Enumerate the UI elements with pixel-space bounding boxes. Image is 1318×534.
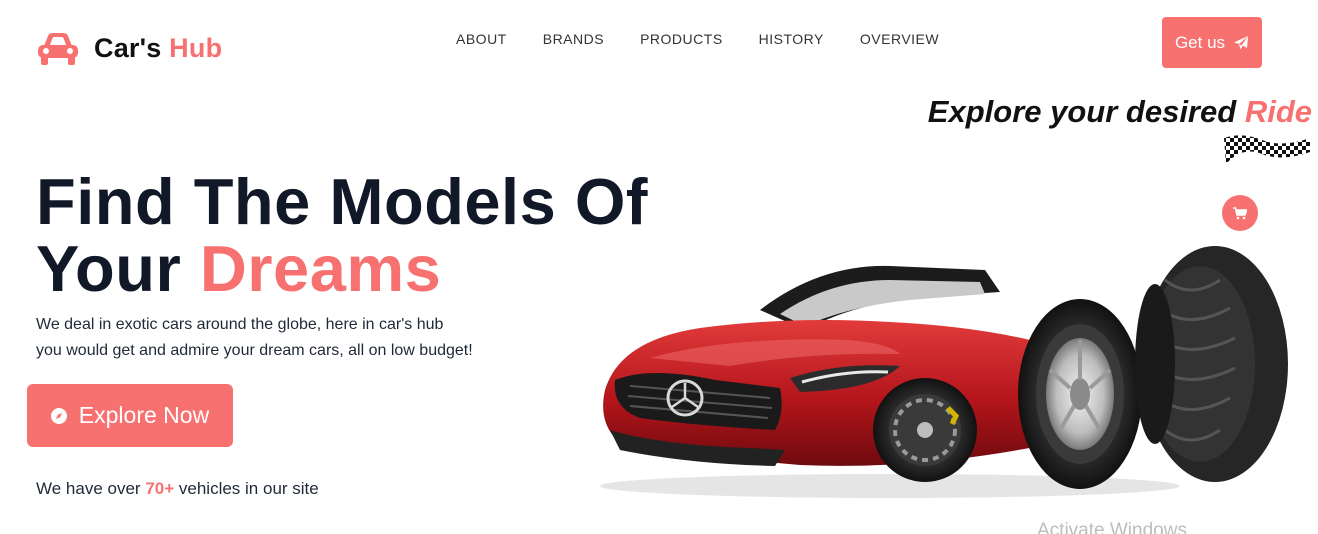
vehicles-count: 70+	[145, 479, 175, 498]
vehicles-prefix: We have over	[36, 479, 141, 498]
hero-title-line1: Find The Models Of	[36, 165, 649, 238]
get-us-label: Get us	[1174, 32, 1226, 52]
vehicles-suffix: vehicles in our site	[178, 479, 319, 498]
compass-icon	[50, 407, 67, 424]
cart-button[interactable]	[1222, 195, 1258, 231]
brand-name-main: Car's	[94, 32, 162, 63]
cart-icon	[1233, 206, 1247, 219]
tagline: Explore your desired Ride	[928, 94, 1312, 130]
brand-name-accent: Hub	[169, 32, 223, 63]
car-icon	[38, 33, 78, 65]
nav-overview[interactable]: OVERVIEW	[860, 31, 939, 47]
hero-description-line2: you would get and admire your dream cars…	[36, 342, 473, 359]
tagline-text: Explore your desired	[927, 94, 1237, 129]
explore-now-label: Explore Now	[78, 402, 210, 428]
hero-car-image	[600, 246, 1288, 498]
get-us-button[interactable]: Get us	[1162, 17, 1262, 68]
vehicles-count-text: We have over 70+ vehicles in our site	[36, 479, 319, 499]
hero-description-line1: We deal in exotic cars around the globe,…	[36, 316, 444, 333]
nav-products[interactable]: PRODUCTS	[640, 31, 723, 47]
explore-now-button[interactable]: Explore Now	[27, 384, 233, 447]
brand-name: Car's Hub	[94, 33, 222, 64]
nav-brands[interactable]: BRANDS	[543, 31, 604, 47]
nav-history[interactable]: HISTORY	[759, 31, 824, 47]
nav-about[interactable]: ABOUT	[456, 31, 507, 47]
tagline-accent: Ride	[1244, 94, 1312, 129]
hero-title-accent: Dreams	[199, 232, 442, 305]
brand-logo[interactable]: Car's Hub	[36, 30, 222, 66]
hero-description: We deal in exotic cars around the globe,…	[36, 312, 506, 364]
hero-title: Find The Models Of Your Dreams	[36, 168, 648, 302]
activate-windows-watermark: Activate Windows	[1037, 520, 1187, 534]
hero-title-line2: Your	[36, 232, 182, 305]
checkered-flag-icon	[1224, 135, 1310, 164]
main-nav: ABOUT BRANDS PRODUCTS HISTORY OVERVIEW	[456, 31, 939, 47]
send-icon	[1234, 35, 1249, 49]
